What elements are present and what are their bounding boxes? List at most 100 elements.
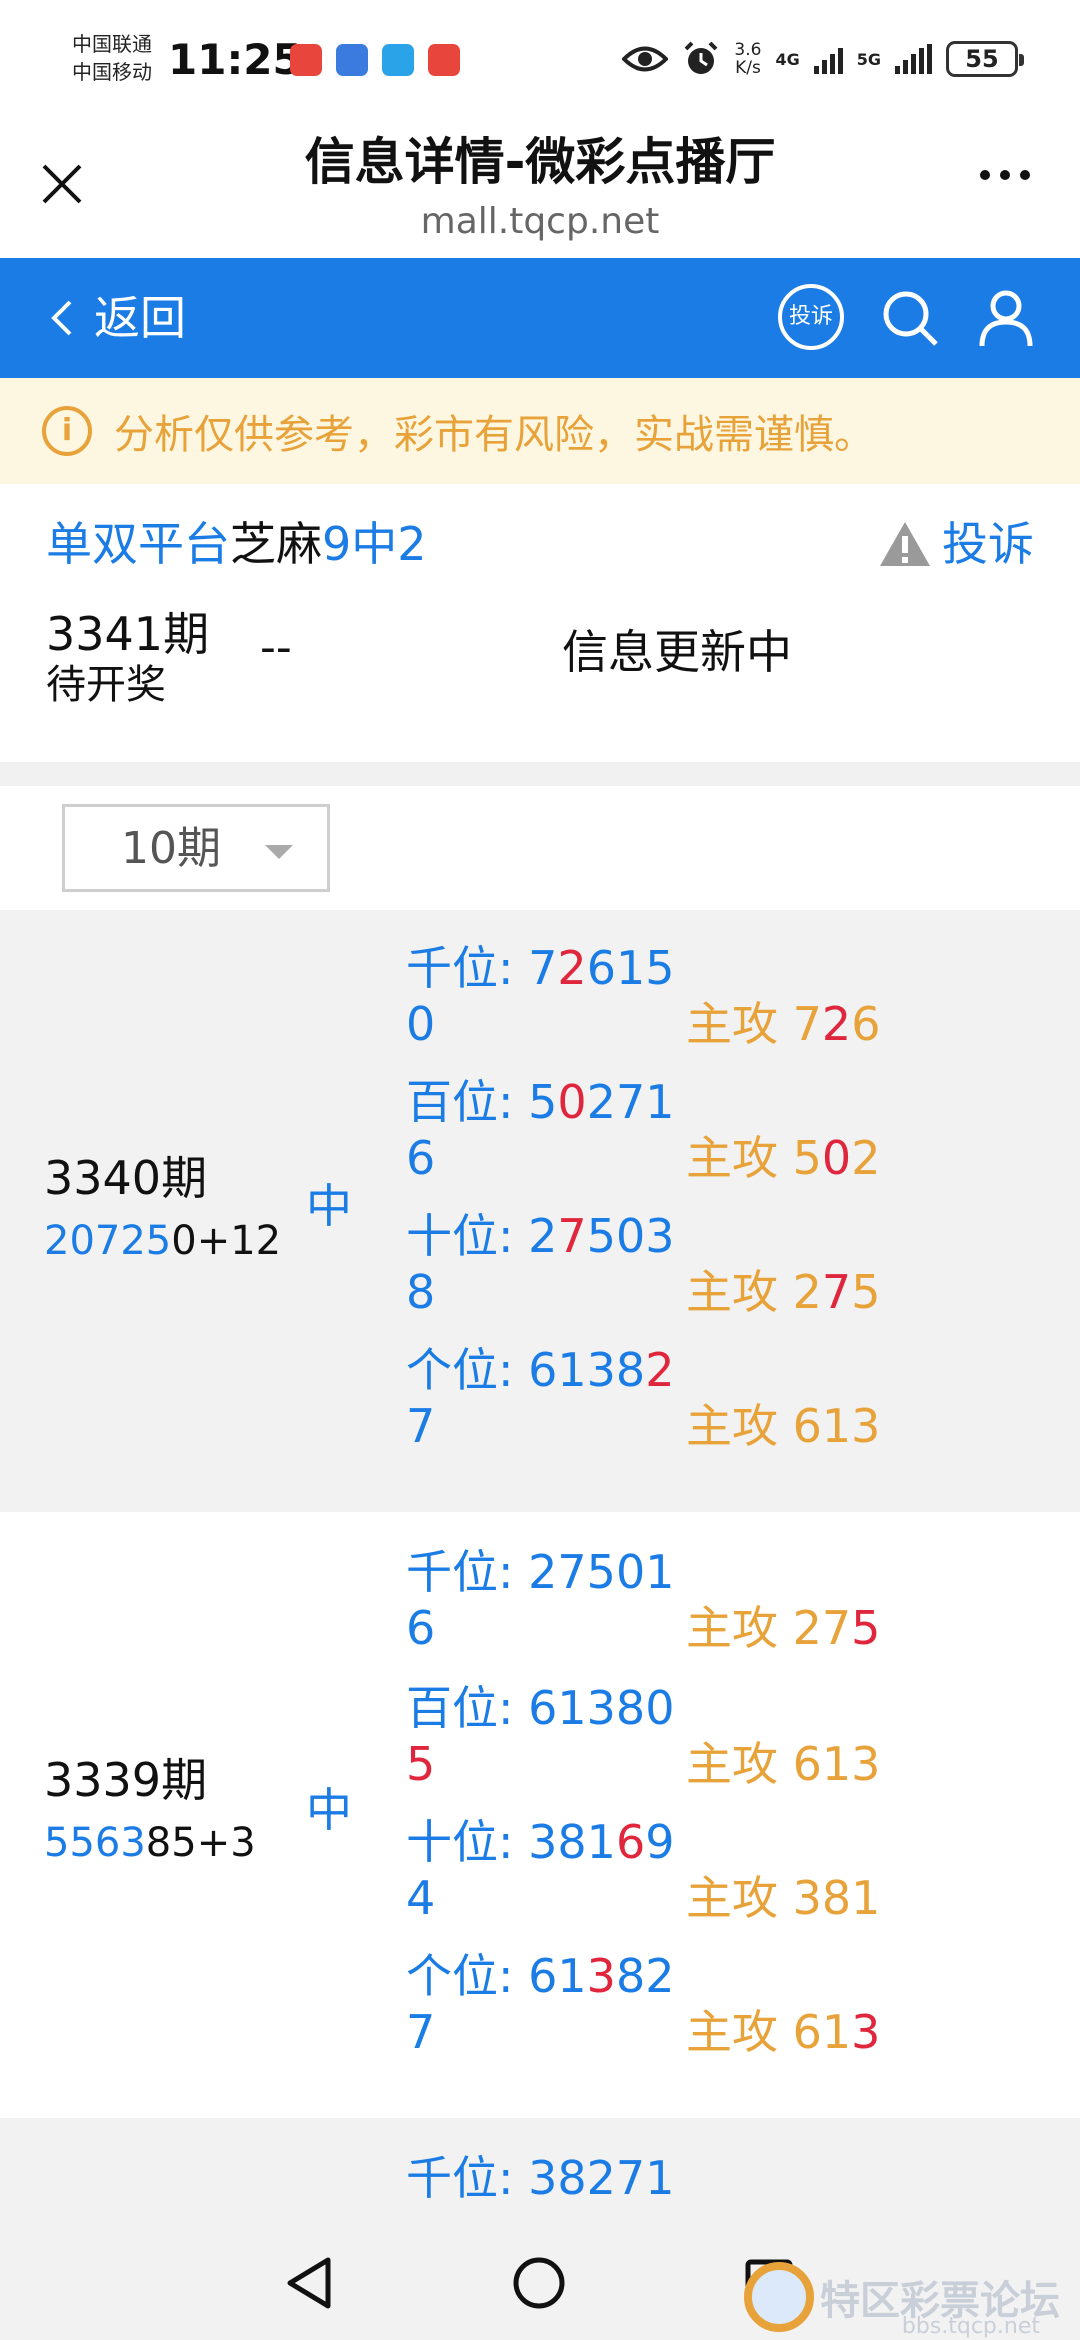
digits-hit: 3 [586, 1949, 616, 2003]
nav-back-icon[interactable] [284, 2256, 334, 2310]
main-attack: 主攻 613 [686, 2004, 880, 2060]
digits-post: 503 [586, 1209, 675, 1263]
huawei-app-icon [290, 44, 322, 76]
digits-pre: 61 [528, 1949, 587, 2003]
carrier-2: 中国移动 [72, 60, 152, 84]
digits-hit: 2 [645, 1343, 675, 1397]
position-prediction: 十位: 38169 4 [406, 1814, 676, 1926]
digits-line2: 4 [406, 1871, 436, 1925]
position-prediction: 千位: 27501 6 [406, 1544, 676, 1656]
attack-hit: 0 [821, 1131, 852, 1185]
network-speed: 3.6 K/s [734, 41, 761, 77]
digits-post: 271 [586, 1075, 675, 1129]
position-prediction: 千位: 72615 0 [406, 940, 676, 1052]
digits-hit: 7 [557, 1209, 587, 1263]
status-bar: 中国联通 中国移动 11:25 3.6 K/s 4G 5G 55 [0, 0, 1080, 122]
user-icon[interactable] [972, 284, 1040, 352]
position-label: 十位: [406, 1815, 529, 1869]
attack-pre: 61 [792, 2005, 852, 2059]
digits-pre: 381 [528, 1815, 616, 1869]
attack-post: 2 [851, 1131, 881, 1185]
back-label: 返回 [94, 291, 186, 345]
draw-numbers-hit: 20725 [44, 1218, 172, 1264]
signal-bars-1 [813, 44, 843, 74]
forum-watermark: 特区彩票论坛 bbs.tqcp.net [744, 2262, 1060, 2339]
position-label: 个位: [406, 1343, 529, 1397]
digits-hit: 0 [557, 1075, 587, 1129]
attack-pre: 27 [792, 1601, 852, 1655]
digits-pre: 275 [528, 1545, 616, 1599]
digits-hit: 6 [615, 1815, 646, 1869]
digits-post: 9 [645, 1815, 675, 1869]
more-menu-icon[interactable] [980, 170, 1030, 180]
huawei-app-icon-2 [428, 44, 460, 76]
digits-pre: 5 [528, 1075, 558, 1129]
page-title: 信息详情-微彩点播厅 [304, 133, 776, 191]
draw-numbers-rest: 85+3 [145, 1820, 256, 1866]
record-row: 千位: 38271 [0, 2118, 1080, 2222]
attack-pre: 381 [792, 1871, 881, 1925]
dropdown-caret-icon [265, 845, 293, 859]
carrier-info: 中国联通 中国移动 [72, 30, 152, 86]
digits-line2: 6 [406, 1601, 436, 1655]
page-url: mall.tqcp.net [420, 201, 660, 242]
nav-home-icon[interactable] [512, 2256, 566, 2310]
attack-label: 主攻 [686, 1737, 793, 1791]
period-count-select[interactable]: 10期 [62, 804, 330, 892]
main-attack: 主攻 275 [686, 1264, 880, 1320]
current-dash: -- [260, 622, 292, 673]
digits-line2: 6 [406, 1131, 436, 1185]
record-result: 中 [306, 1783, 352, 1837]
browser-title-bar: 信息详情-微彩点播厅 mall.tqcp.net [0, 122, 1080, 258]
position-label: 十位: [406, 1209, 529, 1263]
attack-label: 主攻 [686, 997, 793, 1051]
position-label: 百位: [406, 1075, 529, 1129]
digits-pre: 7 [528, 941, 558, 995]
system-indicators: 3.6 K/s 4G 5G 55 [622, 40, 1024, 78]
app-header: 返回 投诉 [0, 258, 1080, 378]
digits-line2: 7 [406, 2005, 436, 2059]
attack-hit: 2 [821, 997, 852, 1051]
draw-numbers-hit: 5563 [44, 1820, 146, 1866]
position-label: 千位: [406, 941, 529, 995]
plan-name-suffix: 9中2 [322, 517, 427, 571]
position-prediction: 千位: 38271 [406, 2150, 676, 2206]
record-draw-numbers: 556385+3 [44, 1818, 256, 1868]
attack-hit: 5 [851, 1601, 881, 1655]
period-count-value: 10期 [121, 823, 221, 874]
digits-pre: 61380 [528, 1681, 675, 1735]
attack-label: 主攻 [686, 1265, 793, 1319]
record-row: 3339期 556385+3 中 千位: 27501 6 主攻 275 百位: 6… [0, 1512, 1080, 2118]
info-icon: i [42, 406, 92, 456]
position-label: 千位: [406, 2151, 529, 2205]
current-info: 信息更新中 [562, 625, 792, 679]
digits-post: 01 [615, 1545, 675, 1599]
clock: 11:25 [168, 35, 302, 84]
position-label: 百位: [406, 1681, 529, 1735]
forum-url: bbs.tqcp.net [901, 2314, 1040, 2339]
risk-notice: i 分析仅供参考，彩市有风险，实战需谨慎。 [0, 378, 1080, 484]
section-divider [0, 762, 1080, 786]
digits-hit: 2 [557, 941, 587, 995]
attack-pre: 613 [792, 1737, 881, 1791]
digits-post: 615 [586, 941, 675, 995]
filter-row: 10期 [0, 786, 1080, 910]
risk-notice-text: 分析仅供参考，彩市有风险，实战需谨慎。 [114, 412, 874, 458]
plan-name-prefix: 单双平台 [46, 517, 230, 571]
attack-pre: 613 [792, 1399, 881, 1453]
record-row: 3340期 207250+12 中 千位: 72615 0 主攻 726 百位: … [0, 910, 1080, 1512]
main-attack: 主攻 726 [686, 996, 880, 1052]
attack-pre: 2 [792, 1265, 822, 1319]
net-4g-label: 4G [775, 49, 800, 69]
complain-icon[interactable]: 投诉 [778, 284, 844, 350]
net-5g-label: 5G [856, 49, 881, 69]
digits-pre: 2 [528, 1209, 558, 1263]
signal-bars-2 [895, 44, 932, 74]
battery-indicator: 55 [946, 41, 1024, 77]
report-button[interactable]: 投诉 [878, 512, 1034, 576]
forum-logo-icon [744, 2262, 814, 2332]
attack-post: 5 [851, 1265, 881, 1319]
search-icon[interactable] [876, 284, 944, 352]
carrier-1: 中国联通 [72, 32, 152, 56]
back-button[interactable]: 返回 [46, 286, 186, 350]
